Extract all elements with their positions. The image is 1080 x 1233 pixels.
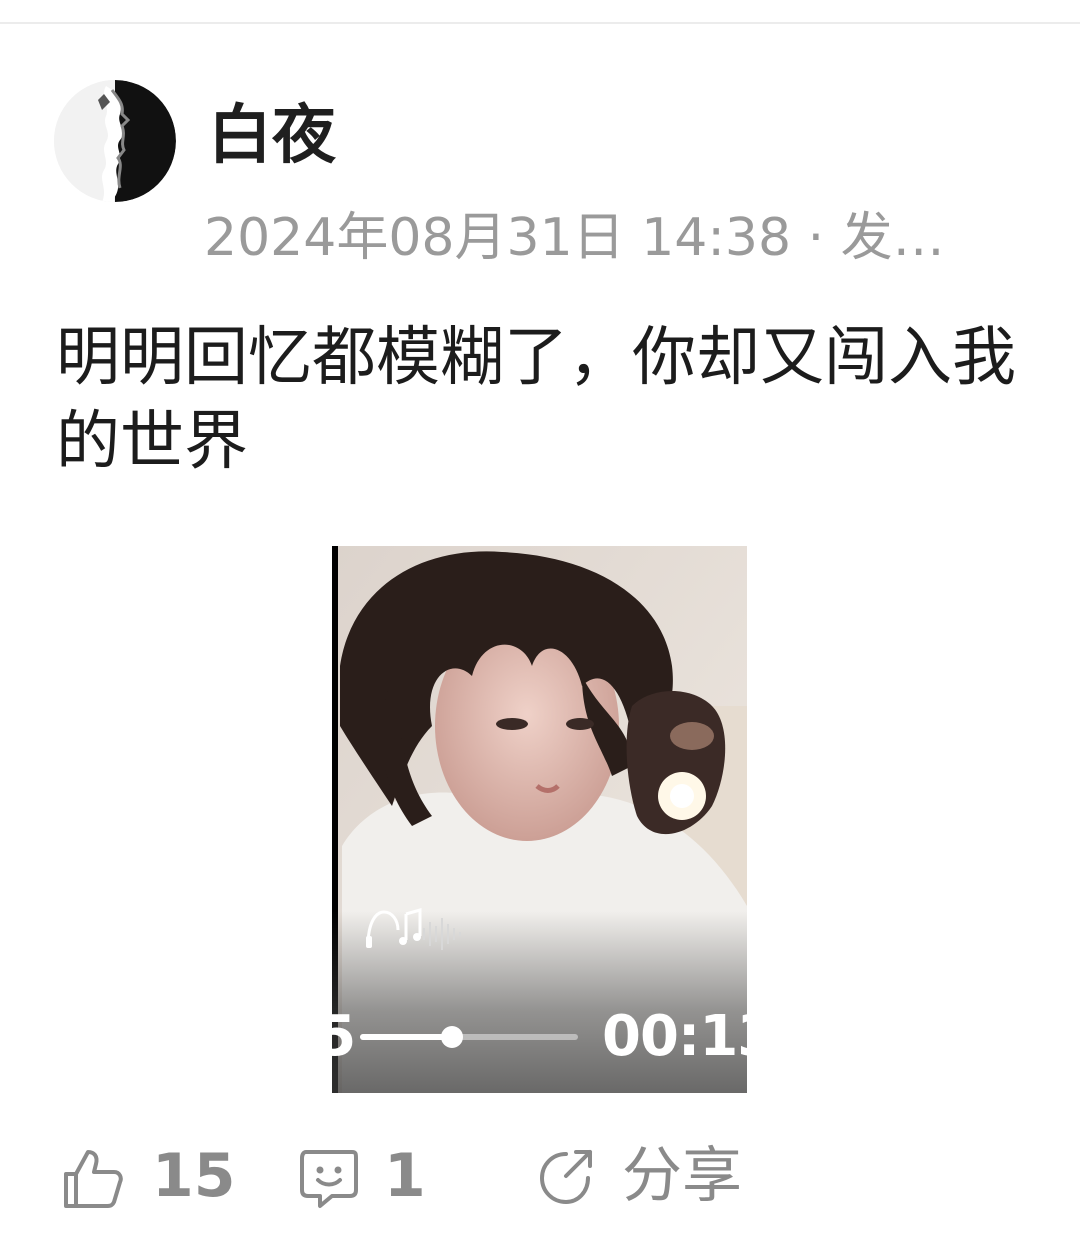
comment-count: 1 — [384, 1141, 426, 1211]
share-label: 分享 — [622, 1141, 742, 1211]
like-button[interactable]: 15 — [60, 1138, 236, 1218]
total-time: 00:13 — [602, 1004, 776, 1069]
music-note-icon — [366, 908, 461, 950]
progress-fill — [360, 1034, 452, 1040]
progress-slider[interactable] — [360, 1026, 578, 1048]
thumb-up-icon — [64, 1150, 123, 1208]
post-actions: 15 1 分享 — [0, 1138, 1080, 1218]
post-meta: 2024年08月31日 14:38 · 发… — [204, 208, 945, 268]
progress-thumb[interactable] — [440, 1026, 463, 1048]
fullscreen-icon — [936, 1017, 974, 1055]
video-player[interactable]: 00:05 00:13 — [54, 546, 1026, 1093]
author-name[interactable]: 白夜 — [208, 96, 336, 176]
like-count: 15 — [152, 1141, 236, 1211]
share-button[interactable]: 分享 — [536, 1138, 766, 1218]
comment-button[interactable]: 1 — [298, 1138, 428, 1218]
pause-icon — [130, 1013, 140, 1059]
current-time: 00:05 — [182, 1004, 356, 1069]
volume-button[interactable] — [814, 1011, 870, 1061]
avatar[interactable] — [54, 80, 176, 202]
pause-icon — [106, 1013, 116, 1059]
fullscreen-button[interactable] — [932, 1013, 978, 1059]
volume-icon — [816, 1015, 863, 1057]
top-divider — [0, 0, 1080, 24]
post-text: 明明回忆都模糊了，你却又闯入我的世界 — [56, 321, 1016, 479]
share-icon — [539, 1150, 592, 1205]
video-controls: 00:05 00:13 — [54, 1001, 1026, 1071]
comment-icon — [300, 1150, 358, 1208]
pause-button[interactable] — [104, 1011, 144, 1061]
avatar-image — [54, 80, 176, 202]
